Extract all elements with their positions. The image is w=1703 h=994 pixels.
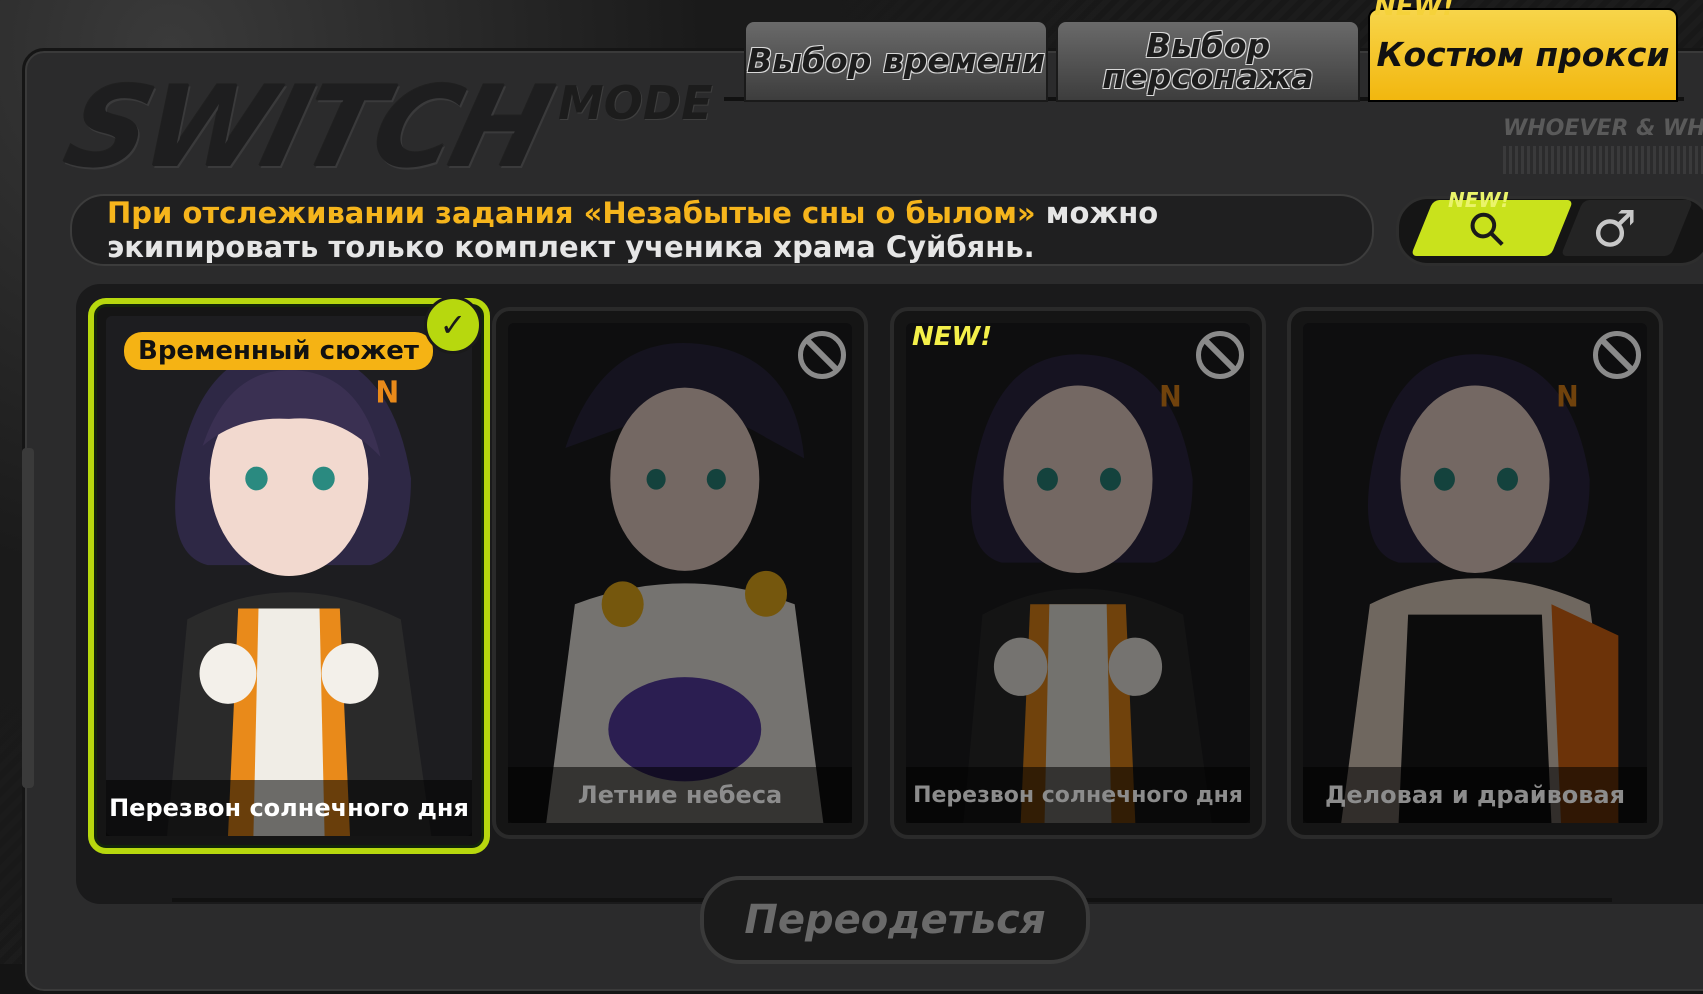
locked-icon [798, 331, 846, 379]
tab-proxy-outfit[interactable]: Костюм прокси [1368, 8, 1678, 102]
tab-character-select[interactable]: Выбор персонажа [1056, 20, 1360, 102]
change-outfit-button[interactable]: Переодеться [700, 876, 1090, 964]
outfit-name: Летние небеса [508, 767, 852, 823]
switch-logo: SWITCH [53, 63, 561, 193]
locked-icon [1196, 331, 1244, 379]
male-icon: ♂ [1592, 200, 1637, 258]
selected-check-icon: ✓ [424, 296, 482, 354]
locked-icon [1593, 331, 1641, 379]
mode-logo: MODE [558, 76, 713, 130]
outfit-portrait [508, 323, 852, 823]
side-scrollbar[interactable] [22, 448, 34, 788]
notice-text: При отслеживании задания «Незабытые сны … [107, 196, 1287, 264]
outfit-name: Деловая и драйвовая [1303, 767, 1647, 823]
tab-new-badge: NEW! [1374, 0, 1455, 22]
outfit-card[interactable]: Летние небеса [492, 307, 868, 839]
outfit-new-badge: NEW! [912, 322, 993, 352]
corner-caption: WHOEVER & WHENEVER [1503, 116, 1703, 141]
outfit-portrait: N [106, 316, 472, 836]
notice-highlight: При отслеживании задания «Незабытые сны … [107, 196, 1036, 230]
corner-decoration [1503, 146, 1703, 174]
outfit-card[interactable]: N Перезвон солнечного дня [890, 307, 1266, 839]
outfit-card[interactable]: N Перезвон солнечного дня [88, 298, 490, 854]
svg-text:N: N [375, 375, 399, 410]
temporary-story-badge: Временный сюжет [124, 332, 433, 370]
outfit-name: Перезвон солнечного дня [906, 767, 1250, 823]
svg-text:N: N [1159, 379, 1181, 413]
svg-text:N: N [1556, 379, 1578, 413]
outfit-name: Перезвон солнечного дня [106, 780, 472, 836]
outfit-card[interactable]: N Деловая и драйвовая [1287, 307, 1663, 839]
tab-time-select[interactable]: Выбор времени [744, 20, 1048, 102]
outfit-portrait: N [906, 323, 1250, 823]
outfit-portrait: N [1303, 323, 1647, 823]
gender-new-badge: NEW! [1448, 188, 1510, 212]
